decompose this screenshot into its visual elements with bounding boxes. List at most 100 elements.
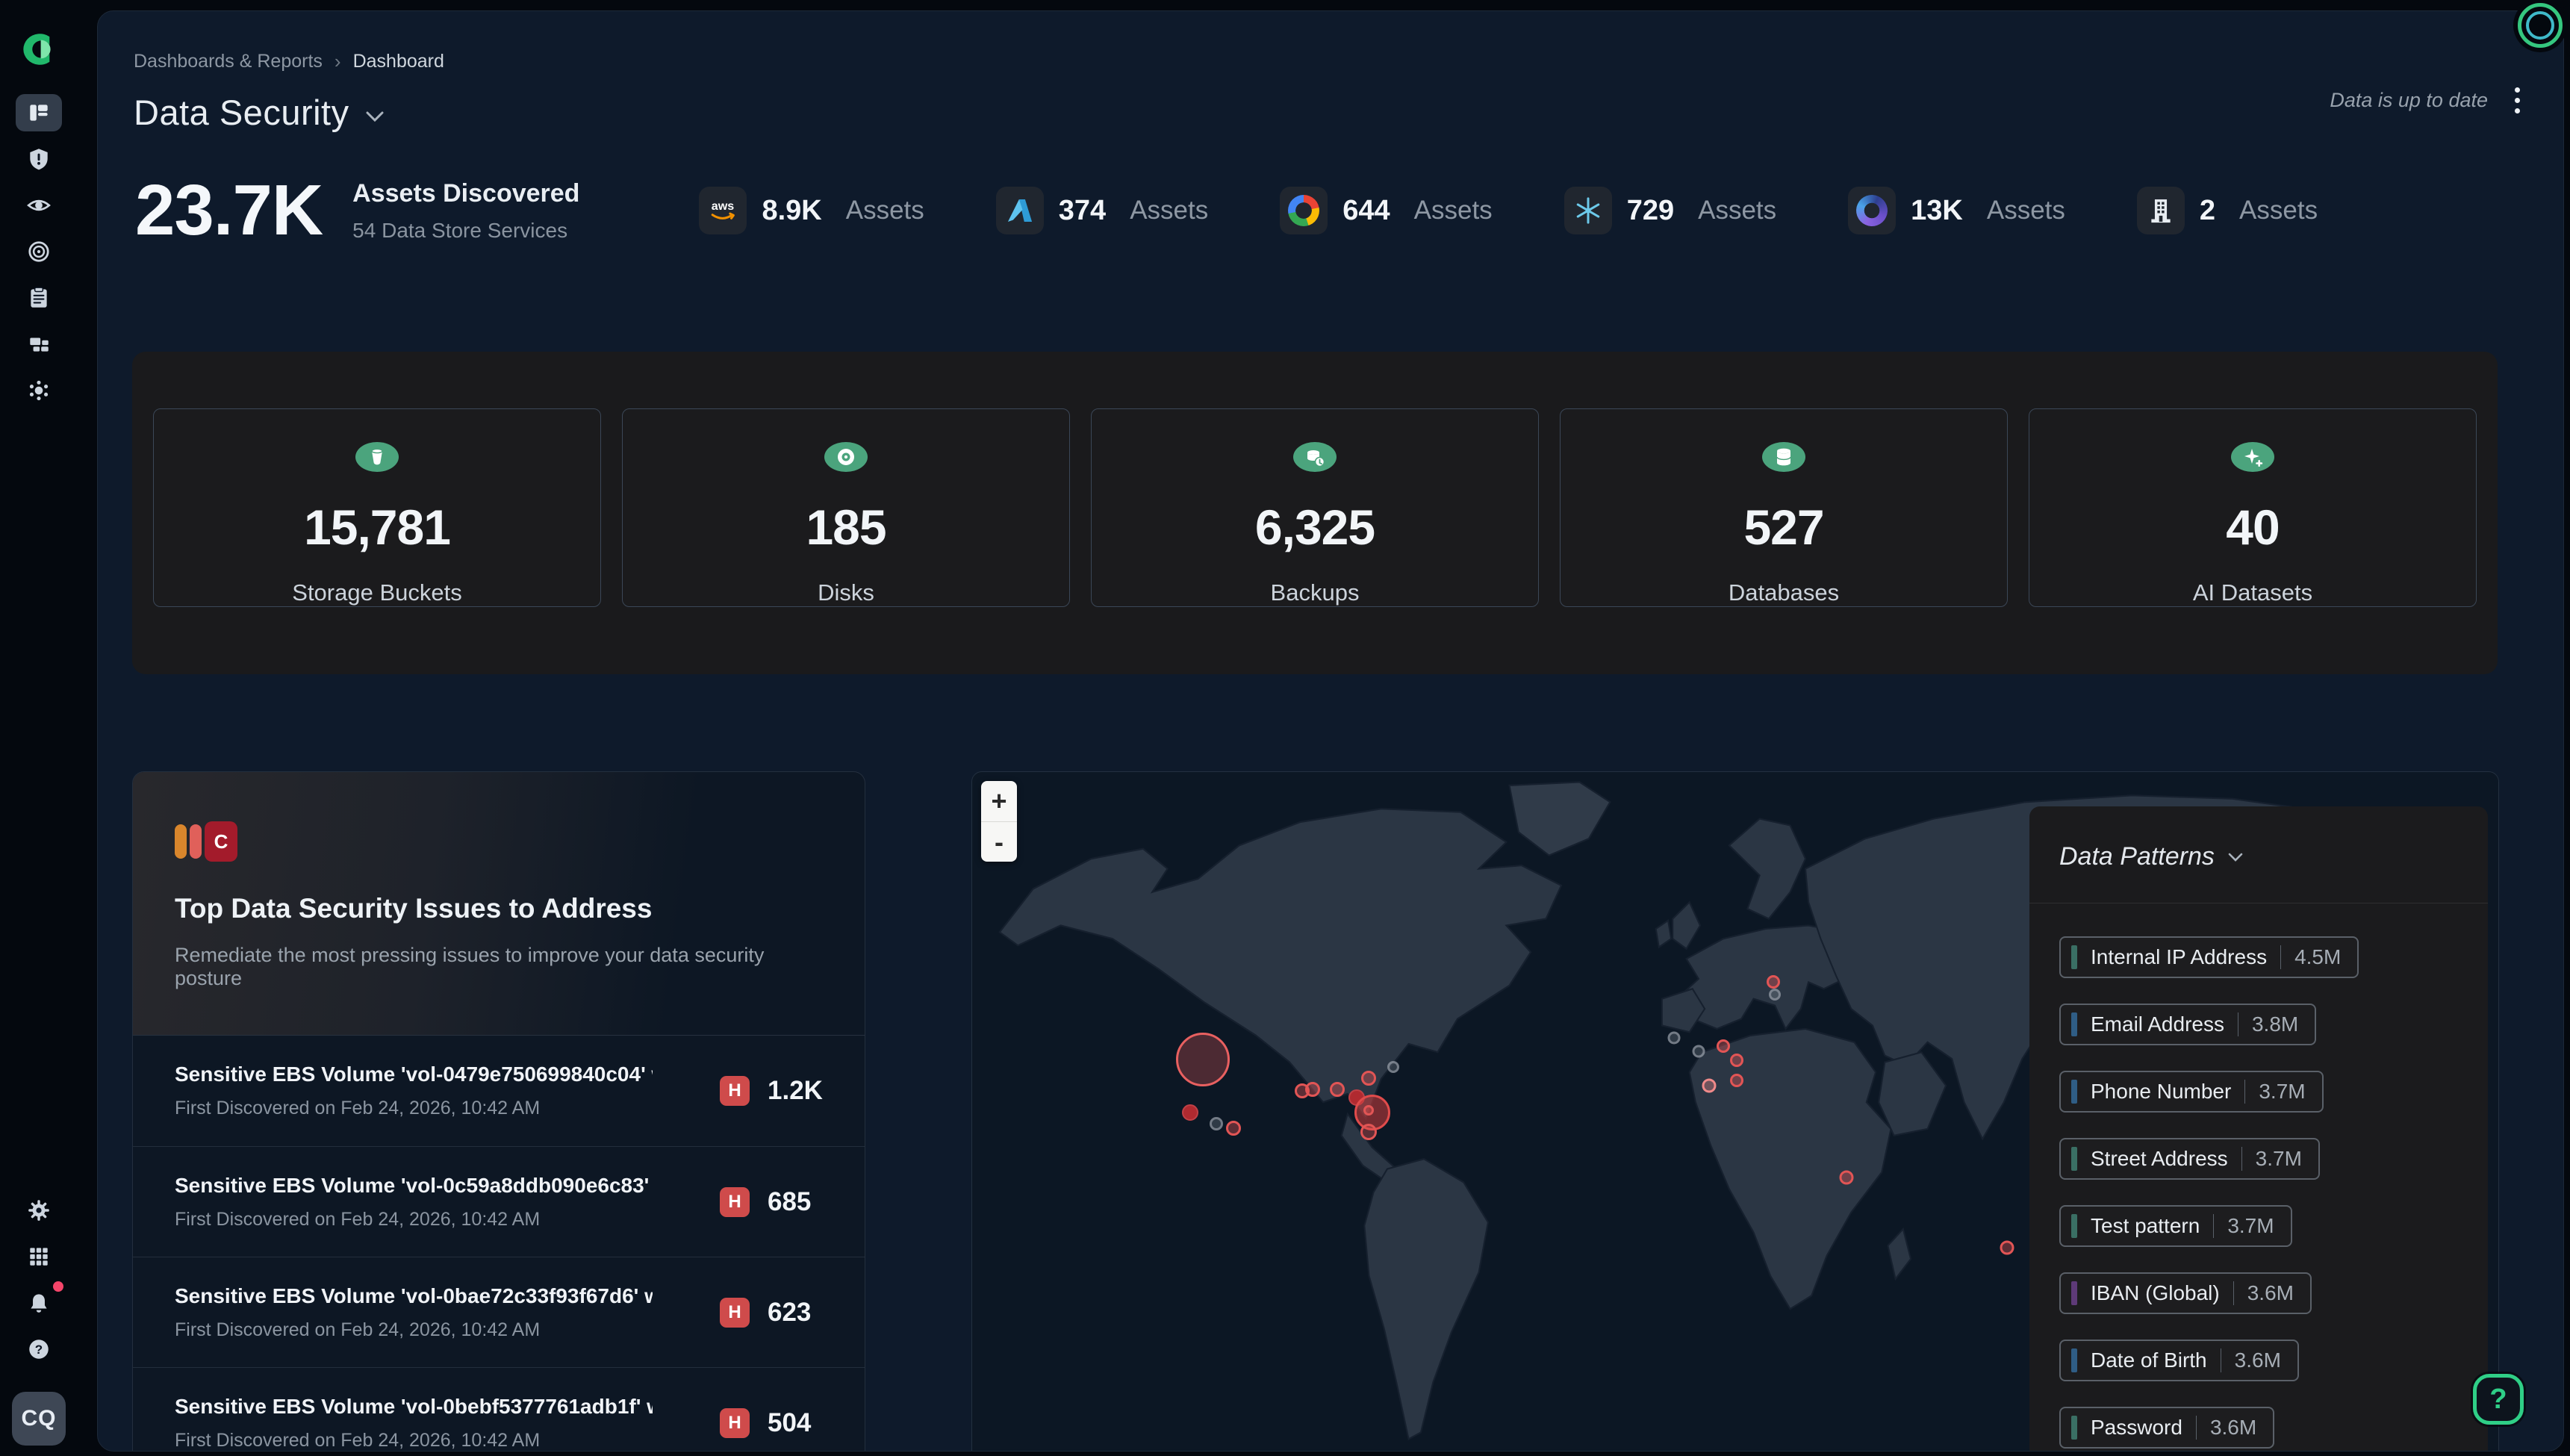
map-bubble[interactable] [1210, 1117, 1223, 1130]
clipboard-icon [26, 285, 52, 311]
data-pattern-chip[interactable]: Internal IP Address 4.5M [2059, 936, 2359, 978]
issue-title: Sensitive EBS Volume 'vol-0bae72c33f93f6… [175, 1284, 653, 1308]
pattern-count: 3.7M [2227, 1214, 2274, 1238]
pattern-label: Test pattern [2091, 1214, 2200, 1238]
pattern-label: IBAN (Global) [2091, 1281, 2220, 1305]
map-bubble[interactable] [1305, 1082, 1320, 1097]
settings-gear-icon [26, 1198, 52, 1223]
provider-aws: aws 8.9KAssets [699, 187, 924, 234]
pattern-label: Street Address [2091, 1147, 2228, 1171]
data-pattern-chip[interactable]: IBAN (Global) 3.6M [2059, 1272, 2312, 1314]
sidebar-item-dashboards[interactable] [16, 94, 62, 131]
shield-alert-icon [26, 146, 52, 172]
data-freshness-status: Data is up to date [2330, 89, 2488, 112]
help-floating-button[interactable]: ? [2473, 1374, 2524, 1425]
map-bubble[interactable] [1767, 975, 1780, 989]
azure-icon [996, 187, 1044, 234]
breadcrumb-dashboard[interactable]: Dashboard [353, 51, 444, 72]
dashboard-title-dropdown[interactable]: Data Security [134, 92, 384, 133]
data-pattern-row: Email Address 3.8M [2059, 1004, 2458, 1045]
map-bubble[interactable] [1360, 1124, 1377, 1140]
data-pattern-row: Test pattern 3.7M [2059, 1205, 2458, 1247]
provider-on-premises: 2 Assets [2137, 187, 2318, 234]
provider-unit: Assets [1414, 196, 1493, 225]
severity-badge-high: H [720, 1408, 750, 1438]
map-bubble[interactable] [1730, 1054, 1743, 1067]
user-avatar[interactable]: CQ [12, 1392, 66, 1446]
map-zoom-in-button[interactable]: + [981, 781, 1017, 821]
map-bubble[interactable] [1363, 1105, 1374, 1116]
pattern-color-bar [2071, 1012, 2077, 1036]
provider-count: 729 [1627, 195, 1674, 227]
chip-divider [2213, 1214, 2214, 1238]
map-bubble[interactable] [1361, 1071, 1376, 1086]
data-pattern-chip[interactable]: Email Address 3.8M [2059, 1004, 2316, 1045]
issue-row[interactable]: Sensitive EBS Volume 'vol-0479e750699840… [133, 1036, 865, 1146]
map-bubble[interactable] [1769, 989, 1781, 1001]
map-bubble[interactable] [1182, 1104, 1198, 1121]
sidebar-item-discovery[interactable] [16, 187, 62, 224]
issue-row[interactable]: Sensitive EBS Volume 'vol-0c59a8ddb090e6… [133, 1146, 865, 1257]
map-bubble[interactable] [1840, 1171, 1854, 1185]
data-pattern-chip[interactable]: Test pattern 3.7M [2059, 1205, 2292, 1247]
pattern-label: Internal IP Address [2091, 945, 2267, 969]
aws-icon: aws [699, 187, 747, 234]
data-pattern-row: Phone Number 3.7M [2059, 1071, 2458, 1113]
sidebar-item-integrations[interactable] [16, 372, 62, 409]
total-assets-label: Assets Discovered [352, 179, 579, 208]
data-pattern-chip[interactable]: Phone Number 3.7M [2059, 1071, 2324, 1113]
provider-unit: Assets [2239, 196, 2318, 225]
data-pattern-chip[interactable]: Date of Birth 3.6M [2059, 1340, 2299, 1381]
issues-card-title: Top Data Security Issues to Address [175, 893, 823, 924]
stat-card-storage-buckets[interactable]: 15,781 Storage Buckets [153, 408, 601, 607]
sidebar-item-notifications[interactable] [16, 1284, 62, 1322]
map-bubble[interactable] [1176, 1033, 1230, 1086]
map-bubble[interactable] [1717, 1039, 1730, 1053]
stat-card-disks[interactable]: 185 Disks [622, 408, 1070, 607]
data-patterns-dropdown[interactable]: Data Patterns [2029, 806, 2488, 903]
breadcrumb-separator: › [335, 50, 341, 73]
sidebar-item-classification[interactable] [16, 233, 62, 270]
map-bubble[interactable] [1692, 1045, 1705, 1058]
ai-dataset-icon [2231, 442, 2274, 472]
sidebar-item-inventory[interactable] [16, 326, 62, 363]
issue-row[interactable]: Sensitive EBS Volume 'vol-0bae72c33f93f6… [133, 1257, 865, 1367]
sidebar-item-settings[interactable] [16, 1192, 62, 1229]
map-bubble[interactable] [1330, 1082, 1345, 1097]
stat-card-databases[interactable]: 527 Databases [1560, 408, 2008, 607]
sidebar-item-apps[interactable] [16, 1238, 62, 1275]
snowflake-icon [1564, 187, 1612, 234]
main-content: Dashboards & Reports › Dashboard Data is… [97, 10, 2564, 1452]
stat-value: 15,781 [304, 499, 450, 556]
breadcrumb-dashboards-reports[interactable]: Dashboards & Reports [134, 51, 323, 72]
asset-type-stats-panel: 15,781 Storage Buckets 185 Disks 6,325 B… [132, 352, 2498, 674]
sidebar-item-reports[interactable] [16, 279, 62, 317]
sidebar-item-help[interactable]: ? [16, 1331, 62, 1368]
stat-value: 6,325 [1255, 499, 1375, 556]
kebab-menu-icon[interactable] [2510, 83, 2524, 118]
provider-count: 8.9K [762, 195, 821, 227]
sidebar-item-posture-issues[interactable] [16, 140, 62, 178]
map-bubble[interactable] [1702, 1079, 1717, 1093]
notification-dot [53, 1281, 63, 1292]
data-pattern-chip[interactable]: Password 3.6M [2059, 1407, 2274, 1449]
data-patterns-title: Data Patterns [2059, 842, 2215, 871]
stat-card-ai-datasets[interactable]: 40 AI Datasets [2029, 408, 2477, 607]
assets-discovered-summary: 23.7K Assets Discovered 54 Data Store Se… [135, 169, 2318, 252]
stat-card-backups[interactable]: 6,325 Backups [1091, 408, 1539, 607]
issue-row[interactable]: Sensitive EBS Volume 'vol-0bebf5377761ad… [133, 1367, 865, 1452]
issue-count: 623 [768, 1298, 827, 1328]
map-bubble[interactable] [1730, 1074, 1743, 1087]
data-pattern-chip[interactable]: Street Address 3.7M [2059, 1138, 2320, 1180]
map-bubble[interactable] [1668, 1032, 1681, 1045]
map-bubble[interactable] [1226, 1121, 1241, 1136]
chip-divider [2244, 1080, 2245, 1104]
map-zoom-out-button[interactable]: - [981, 821, 1017, 862]
provider-count: 2 [2200, 195, 2215, 227]
recorder-status-icon[interactable] [2518, 3, 2563, 48]
app-logo[interactable] [19, 30, 58, 69]
map-bubble[interactable] [1387, 1061, 1399, 1073]
chip-divider [2196, 1416, 2197, 1440]
microsoft-365-icon [1848, 187, 1896, 234]
map-bubble[interactable] [2000, 1240, 2014, 1254]
